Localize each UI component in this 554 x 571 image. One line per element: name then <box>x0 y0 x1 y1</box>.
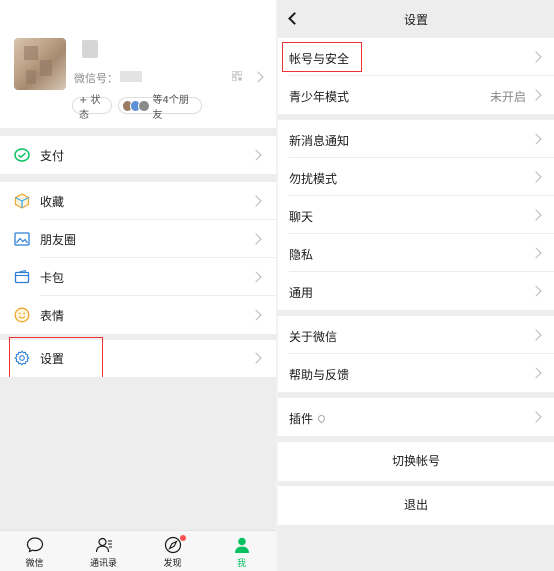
menu-item-card-wallet[interactable]: 卡包 <box>0 258 276 296</box>
contacts-icon <box>95 537 112 553</box>
chevron-right-icon <box>530 209 542 221</box>
tab-label: 通讯录 <box>89 559 117 569</box>
chevron-right-icon <box>250 271 262 283</box>
tab-chats[interactable]: 微信 <box>0 531 69 571</box>
settings-item-label: 聊天 <box>289 210 314 224</box>
chevron-right-icon <box>250 352 262 364</box>
settings-item-label: 隐私 <box>289 248 314 262</box>
pay-icon <box>14 148 30 162</box>
card-wallet-icon <box>14 269 30 284</box>
chevron-right-icon <box>530 285 542 297</box>
profile-header[interactable]: 微信号： + 状态 等4个朋友 <box>0 0 276 128</box>
highlight-box-account-security <box>282 42 362 72</box>
settings-item-label: 通用 <box>289 286 314 300</box>
settings-item-general[interactable]: 通用 <box>278 272 554 310</box>
status-chip-label: + 状态 <box>79 94 101 121</box>
person-filled-icon <box>235 537 249 553</box>
page-title: 设置 <box>403 13 428 27</box>
chevron-right-icon <box>250 149 262 161</box>
switch-account-button[interactable]: 切换帐号 <box>278 442 554 481</box>
menu-item-label: 朋友圈 <box>40 232 77 247</box>
settings-item-teen-mode[interactable]: 青少年模式 未开启 <box>278 76 554 114</box>
settings-page: 设置 帐号与安全 青少年模式 未开启 新消息通知 勿扰模式 聊天 隐私 通用 关… <box>278 0 554 571</box>
menu-item-label: 卡包 <box>40 270 65 285</box>
settings-item-privacy[interactable]: 隐私 <box>278 234 554 272</box>
menu-item-stickers[interactable]: 表情 <box>0 296 276 334</box>
tab-contacts[interactable]: 通讯录 <box>69 531 138 571</box>
avatar[interactable] <box>14 38 66 90</box>
favorites-icon <box>14 193 30 209</box>
notification-dot <box>180 535 186 541</box>
friend-avatar-icon <box>138 99 150 112</box>
chevron-right-icon <box>530 133 542 145</box>
menu-item-pay[interactable]: 支付 <box>0 136 276 174</box>
chevron-right-icon <box>250 195 262 207</box>
chevron-right-icon <box>530 247 542 259</box>
settings-item-help-feedback[interactable]: 帮助与反馈 <box>278 354 554 392</box>
sticker-icon <box>14 307 30 323</box>
chevron-right-icon <box>530 171 542 183</box>
settings-item-label: 勿扰模式 <box>289 172 338 186</box>
menu-item-label: 表情 <box>40 308 65 323</box>
wechat-id-blurred <box>120 71 142 82</box>
tab-label: 发现 <box>163 559 182 569</box>
chevron-right-icon <box>530 51 542 63</box>
settings-item-plugins[interactable]: 插件 <box>278 398 554 436</box>
teen-mode-status: 未开启 <box>489 90 526 104</box>
location-pin-icon <box>316 413 327 424</box>
chevron-right-icon <box>252 71 264 83</box>
chevron-right-icon <box>530 89 542 101</box>
settings-item-chat[interactable]: 聊天 <box>278 196 554 234</box>
wechat-id-label: 微信号： <box>74 72 118 85</box>
tab-discover[interactable]: 发现 <box>138 531 207 571</box>
settings-item-label: 关于微信 <box>289 330 338 344</box>
friends-status-chip[interactable]: 等4个朋友 <box>118 95 202 121</box>
empty-area <box>0 377 276 530</box>
settings-item-new-message-notifications[interactable]: 新消息通知 <box>278 120 554 158</box>
tab-bar: 微信 通讯录 发现 我 <box>0 530 276 571</box>
section-gap <box>0 174 276 182</box>
settings-item-about-wechat[interactable]: 关于微信 <box>278 316 554 354</box>
status-chip[interactable]: + 状态 <box>72 95 112 121</box>
moments-icon <box>14 232 30 246</box>
menu-item-label: 收藏 <box>40 194 65 209</box>
highlight-box-settings <box>9 337 103 381</box>
friends-chip-label: 等4个朋友 <box>152 94 189 121</box>
menu-item-moments[interactable]: 朋友圈 <box>0 220 276 258</box>
plugins-label-text: 插件 <box>289 412 314 426</box>
tab-label: 我 <box>236 559 246 569</box>
chevron-right-icon <box>530 411 542 423</box>
navigation-bar: 设置 <box>278 0 554 38</box>
qr-code-icon[interactable] <box>232 71 242 81</box>
settings-item-do-not-disturb[interactable]: 勿扰模式 <box>278 158 554 196</box>
nickname-blurred <box>82 40 98 58</box>
section-gap <box>0 128 276 136</box>
chevron-right-icon <box>250 233 262 245</box>
settings-item-label: 新消息通知 <box>289 134 350 148</box>
settings-item-label: 青少年模式 <box>289 90 350 104</box>
logout-button[interactable]: 退出 <box>278 486 554 525</box>
chevron-right-icon <box>250 309 262 321</box>
menu-item-favorites[interactable]: 收藏 <box>0 182 276 220</box>
chat-bubble-icon <box>26 537 44 553</box>
chevron-right-icon <box>530 367 542 379</box>
chevron-right-icon <box>530 329 542 341</box>
me-page: 微信号： + 状态 等4个朋友 支付 收藏 朋友圈 卡包 表情 设置 微信 通讯… <box>0 0 276 571</box>
tab-label: 微信 <box>25 559 44 569</box>
settings-item-label: 帮助与反馈 <box>289 368 350 382</box>
menu-item-label: 支付 <box>40 148 65 163</box>
tab-me[interactable]: 我 <box>207 531 276 571</box>
settings-item-label: 插件 <box>289 410 327 427</box>
